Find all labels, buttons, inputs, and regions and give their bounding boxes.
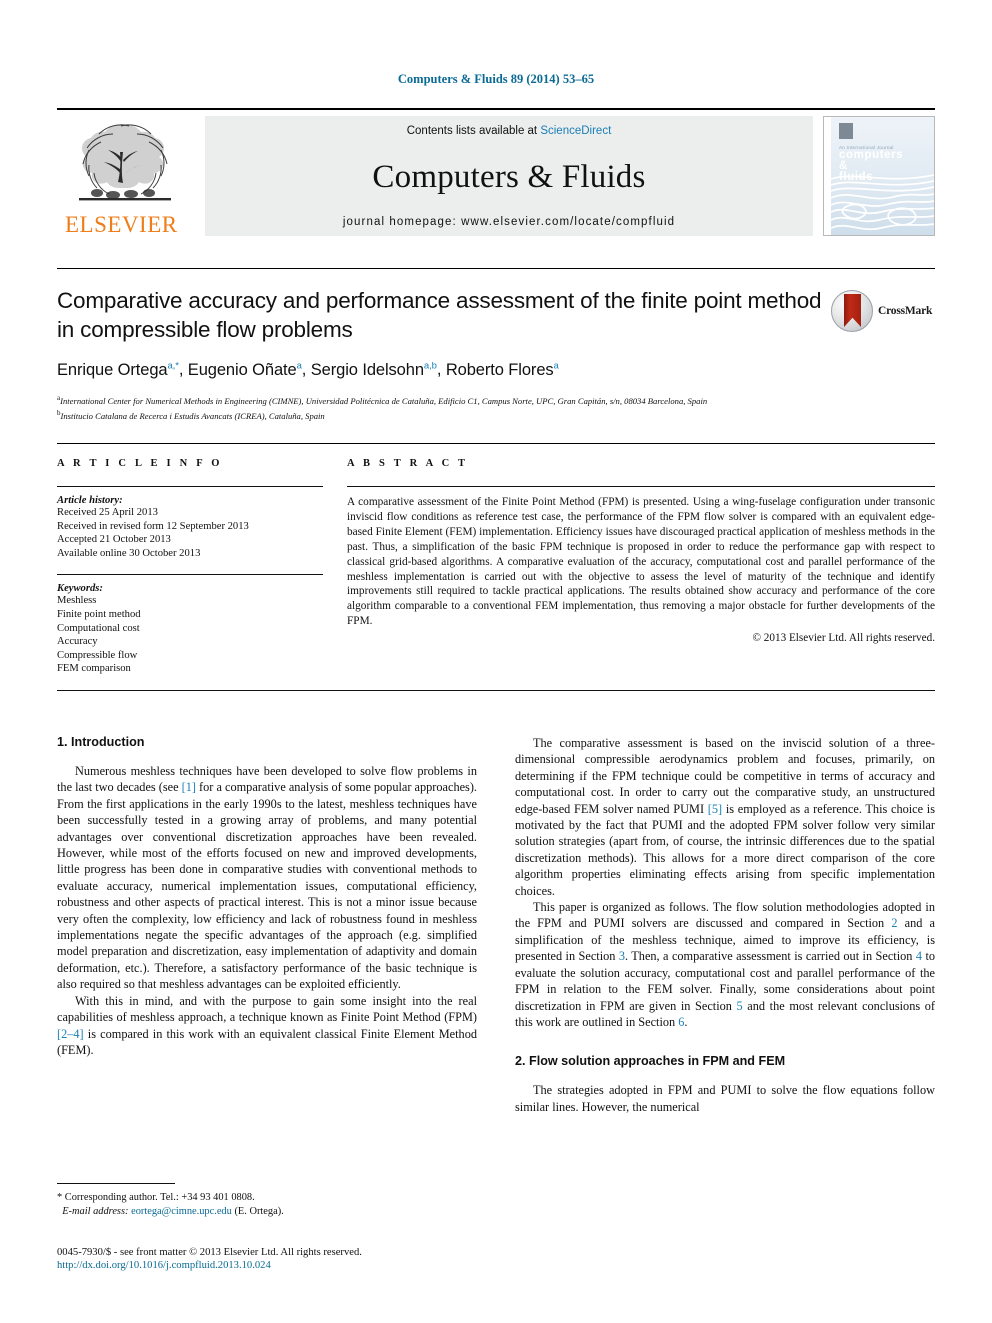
keywords-rule [57,574,323,576]
body-columns: 1. Introduction Numerous meshless techni… [57,735,935,1115]
divider-above-abstract [57,443,935,444]
keyword-1: Finite point method [57,608,141,620]
author-list: Enrique Ortegaa,*, Eugenio Oñatea, Sergi… [57,360,559,379]
journal-homepage[interactable]: journal homepage: www.elsevier.com/locat… [343,216,675,228]
section-2-heading: 2. Flow solution approaches in FPM and F… [515,1054,786,1069]
body-column-gap [477,735,515,1115]
doi-link[interactable]: http://dx.doi.org/10.1016/j.compfluid.20… [57,1259,617,1272]
keyword-0: Meshless [57,595,97,607]
author-2-name: Sergio Idelsohn [310,360,424,379]
citation-1[interactable]: [1] [182,780,196,794]
elsevier-wordmark: ELSEVIER [65,212,178,237]
page-title: Comparative accuracy and performance ass… [57,288,822,342]
cover-flow-lines-graphic [831,174,934,230]
article-history-0: Received 25 April 2013 [57,507,158,518]
article-info-column: A R T I C L E I N F O Article history: R… [57,458,323,676]
abstract-rule [347,486,935,487]
author-2: Sergio Idelsohna,b [310,360,437,379]
issn-copyright-line: 0045-7930/$ - see front matter © 2013 El… [57,1247,362,1258]
author-3-name: Roberto Flores [445,360,554,379]
footnote-block: * Corresponding author. Tel.: +34 93 401… [57,1183,477,1218]
paragraph-4-part-f: . [684,1014,688,1029]
author-0-name: Enrique Ortega [57,360,168,379]
paragraph-3: The comparative assessment is based on t… [515,735,935,899]
paragraph-2-part-b: is compared in this work with an equival… [57,1026,477,1057]
abstract-text: A comparative assessment of the Finite P… [347,496,935,628]
contents-prefix: Contents lists available at [406,125,541,137]
cover-elsevier-mark [839,123,853,139]
abstract-copyright: © 2013 Elsevier Ltd. All rights reserved… [752,632,936,645]
divider-above-title [57,268,935,269]
article-info-rule [57,486,323,487]
cover-title-line1: computers [839,149,904,161]
author-0: Enrique Ortegaa,* [57,360,179,379]
elsevier-logo: ELSEVIER [57,116,205,237]
author-1: Eugenio Oñatea [187,360,302,379]
paragraph-4-part-c: . Then, a comparative assessment is carr… [625,949,916,964]
paragraph-3-part-b: is employed as a reference. This choice … [515,801,936,898]
paragraph-4-part-a: This paper is organized as follows. The … [515,900,935,931]
email-link[interactable]: eortega@cimne.upc.edu [131,1206,232,1217]
paragraph-4: This paper is organized as follows. The … [515,899,935,1030]
keyword-2: Computational cost [57,622,140,634]
paragraph-1: Numerous meshless techniques have been d… [57,763,477,993]
email-suffix: (E. Ortega). [234,1205,284,1217]
journal-title: Computers & Fluids [372,159,646,195]
sciencedirect-link[interactable]: ScienceDirect [540,125,611,137]
author-0-marks: a,* [167,360,179,371]
title-block: Comparative accuracy and performance ass… [57,286,837,422]
section-1-heading: 1. Introduction [57,735,145,749]
affiliation-0: aInternational Center for Numerical Meth… [57,392,837,407]
running-head: Computers & Fluids 89 (2014) 53–65 [397,72,595,86]
affiliation-list: aInternational Center for Numerical Meth… [57,392,837,423]
article-history-label: Article history: [57,495,123,506]
journal-masthead: ELSEVIER Contents lists available at Sci… [57,108,935,238]
paragraph-2-part-a: With this in mind, and with the purpose … [57,993,477,1025]
info-abstract-region: A R T I C L E I N F O Article history: R… [57,458,935,676]
affiliation-1-text: Institucio Catalana de Recerca i Estudis… [60,410,325,421]
elsevier-tree-icon [79,124,171,201]
abstract-heading: A B S T R A C T [347,458,469,469]
keyword-3: Accuracy [57,636,98,648]
contents-line: Contents lists available at ScienceDirec… [407,125,612,137]
abstract-column: A B S T R A C T A comparative assessment… [347,458,935,676]
author-3: Roberto Floresa [445,360,559,379]
article-history-2: Accepted 21 October 2013 [57,534,171,546]
email-note: E-mail address: eortega@cimne.upc.edu (E… [57,1205,477,1219]
corresponding-author-note: * Corresponding author. Tel.: +34 93 401… [57,1192,255,1203]
paragraph-1-part-b: for a comparative analysis of some popul… [57,780,477,992]
author-2-marks: a,b [423,360,437,371]
journal-band: Contents lists available at ScienceDirec… [205,116,813,236]
paragraph-5: The strategies adopted in FPM and PUMI t… [515,1083,935,1114]
article-history-3: Available online 30 October 2013 [57,547,201,559]
footnote-rule [57,1183,175,1184]
keyword-4: Compressible flow [57,649,138,661]
crossmark-icon [831,290,873,332]
keywords-label: Keywords: [57,583,103,595]
keyword-5: FEM comparison [57,663,131,675]
author-1-name: Eugenio Oñate [187,360,297,379]
affiliation-1: bInstitucio Catalana de Recerca i Estudi… [57,407,837,422]
crossmark-label: CrossMark [878,305,933,317]
article-info-heading: A R T I C L E I N F O [57,458,223,469]
article-history-1: Received in revised form 12 September 20… [57,520,249,532]
author-3-marks: a [553,360,559,371]
citation-2-4[interactable]: [2–4] [57,1027,84,1041]
column-gap [323,458,347,676]
paragraph-2: With this in mind, and with the purpose … [57,993,477,1059]
crossmark-badge[interactable]: CrossMark [831,289,935,333]
journal-cover-thumbnail: An International Journal computers & flu… [823,116,935,236]
page-footer: 0045-7930/$ - see front matter © 2013 El… [57,1246,617,1273]
body-column-left: 1. Introduction Numerous meshless techni… [57,735,477,1115]
affiliation-0-text: International Center for Numerical Metho… [60,395,708,406]
author-1-marks: a [296,360,302,371]
journal-article-page: Computers & Fluids 89 (2014) 53–65 ELSEV… [0,0,992,1323]
body-column-right: The comparative assessment is based on t… [515,735,935,1115]
divider-below-abstract [57,690,935,691]
email-label: E-mail address: [62,1205,129,1217]
citation-5[interactable]: [5] [708,802,722,816]
